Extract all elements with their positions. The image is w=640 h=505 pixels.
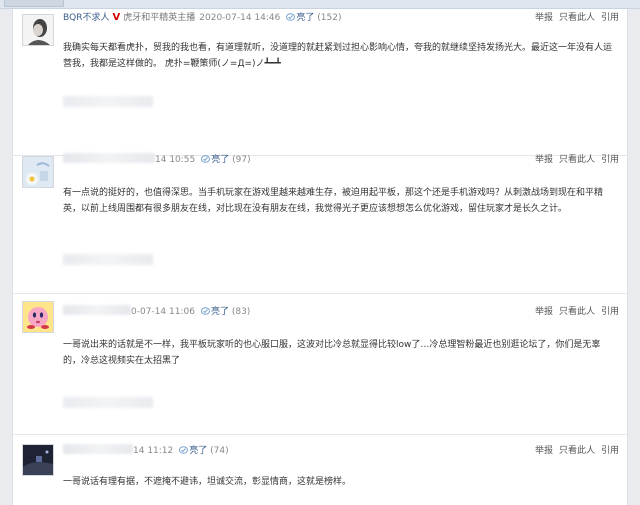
post-meta: 14 11:12 亮了 (74) <box>63 444 229 458</box>
only-this-user-button[interactable]: 只看此人 <box>559 446 595 456</box>
like-count: (74) <box>210 446 229 456</box>
avatar-flower-icon <box>23 157 53 187</box>
author-name-blurred <box>63 305 131 315</box>
vip-badge: V <box>112 12 121 23</box>
like-label[interactable]: 亮了 <box>211 307 229 317</box>
top-nav-strip <box>0 0 640 9</box>
like-icon[interactable] <box>286 13 296 21</box>
post-meta: BQR不求人 V 虎牙和平精英主播 2020-07-14 14:46 亮了 (152) <box>63 11 341 25</box>
only-this-user-button[interactable]: 只看此人 <box>559 307 595 317</box>
top-tab[interactable] <box>4 0 64 7</box>
quote-button[interactable]: 引用 <box>601 446 619 456</box>
post-time: 14 10:55 <box>155 155 196 165</box>
report-button[interactable]: 举报 <box>535 446 553 456</box>
post-time: 0-07-14 11:06 <box>131 307 195 317</box>
like-count: (152) <box>317 13 342 23</box>
author-name-blurred <box>63 444 133 454</box>
like-count: (97) <box>232 155 251 165</box>
report-button[interactable]: 举报 <box>535 155 553 165</box>
only-this-user-button[interactable]: 只看此人 <box>559 13 595 23</box>
post-actions: 举报 只看此人 引用 <box>529 153 619 167</box>
author-name-blurred <box>63 153 155 163</box>
avatar[interactable] <box>22 14 54 46</box>
post-content: 有一点说的挺好的，也值得深思。当手机玩家在游戏里越来越难生存，被迫用起平板，那这… <box>63 188 604 214</box>
avatar[interactable] <box>22 156 54 188</box>
reply-post: BQR不求人 V 虎牙和平精英主播 2020-07-14 14:46 亮了 (152) … <box>13 9 627 156</box>
reply-post: 14 11:12 亮了 (74) 举报 只看此人 引用 一哥说话有理有据，不遮掩不避讳… <box>13 434 627 505</box>
like-icon[interactable] <box>201 155 211 163</box>
avatar-person-icon <box>23 15 53 45</box>
like-label[interactable]: 亮了 <box>189 446 207 456</box>
like-icon[interactable] <box>200 307 210 315</box>
post-meta: 0-07-14 11:06 亮了 (83) <box>63 305 250 319</box>
author-name[interactable]: BQR不求人 <box>63 13 110 23</box>
like-label[interactable]: 亮了 <box>296 13 314 23</box>
reply-post: 0-07-14 11:06 亮了 (83) 举报 只看此人 引用 一哥说出来的话就是不… <box>13 293 627 435</box>
post-time: 14 11:12 <box>133 446 174 456</box>
avatar[interactable] <box>22 301 54 333</box>
post-actions: 举报 只看此人 引用 <box>529 444 619 458</box>
post-content: 一哥说话有理有据，不遮掩不避讳，坦诚交流，彰显情商，这就是榜样。 <box>63 477 352 487</box>
quote-button[interactable]: 引用 <box>601 155 619 165</box>
avatar-cartoon-icon <box>23 302 53 332</box>
post-meta: 14 10:55 亮了 (97) <box>63 153 251 167</box>
post-content: 一哥说出来的话就是不一样，我平板玩家听的也心服口服，这波对比冷总就显得比较low… <box>63 340 601 366</box>
quote-button[interactable]: 引用 <box>601 13 619 23</box>
post-actions: 举报 只看此人 引用 <box>529 305 619 319</box>
like-icon[interactable] <box>179 446 189 454</box>
avatar[interactable] <box>22 444 54 476</box>
signature-blurred <box>63 397 153 408</box>
avatar-night-icon <box>23 445 53 475</box>
post-time: 2020-07-14 14:46 <box>199 13 281 23</box>
reply-list: BQR不求人 V 虎牙和平精英主播 2020-07-14 14:46 亮了 (152) … <box>12 9 628 505</box>
signature-blurred <box>63 96 153 107</box>
report-button[interactable]: 举报 <box>535 13 553 23</box>
author-title: 虎牙和平精英主播 <box>123 13 196 23</box>
only-this-user-button[interactable]: 只看此人 <box>559 155 595 165</box>
like-label[interactable]: 亮了 <box>211 155 229 165</box>
signature-blurred <box>63 254 153 265</box>
post-actions: 举报 只看此人 引用 <box>529 11 619 25</box>
post-content: 我确实每天都看虎扑，贸我的我也看，有道理就听，没道理的就赶紧划过担心影响心情，夸… <box>63 43 613 69</box>
reply-post: 14 10:55 亮了 (97) 举报 只看此人 引用 有一点说的挺好的，也值得深思。… <box>13 143 627 294</box>
report-button[interactable]: 举报 <box>535 307 553 317</box>
quote-button[interactable]: 引用 <box>601 307 619 317</box>
like-count: (83) <box>231 307 251 317</box>
